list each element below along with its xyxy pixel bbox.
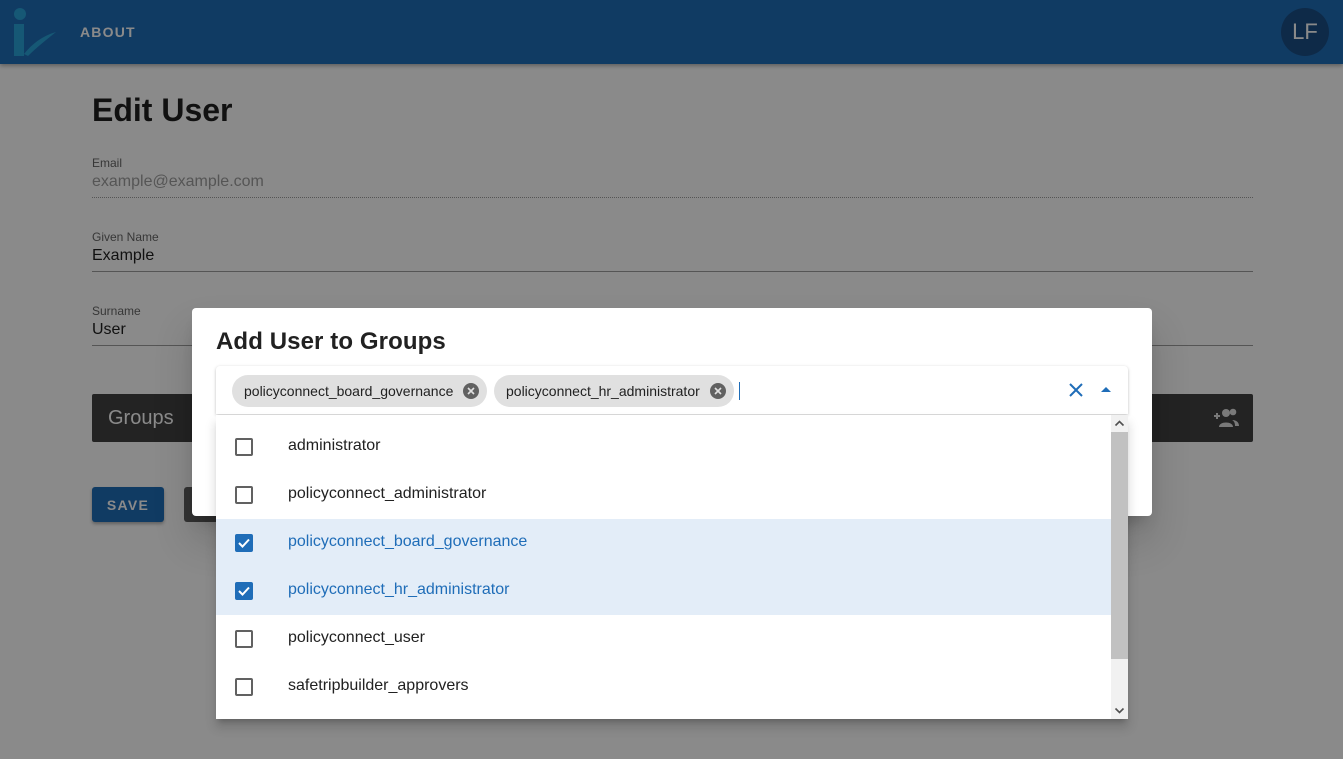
- groups-dropdown-menu: administrator policyconnect_administrato…: [216, 415, 1128, 719]
- caret-up-icon[interactable]: [1096, 380, 1116, 400]
- option-label: administrator: [288, 437, 381, 454]
- close-icon[interactable]: [1066, 380, 1086, 400]
- list-item[interactable]: policyconnect_user: [216, 615, 1111, 663]
- list-item[interactable]: policyconnect_board_governance: [216, 519, 1111, 567]
- checkbox-checked[interactable]: [235, 582, 253, 600]
- list-item[interactable]: administrator: [216, 423, 1111, 471]
- option-label: policyconnect_hr_administrator: [288, 581, 510, 598]
- chip-remove-icon[interactable]: [463, 383, 480, 399]
- scroll-down-arrow-icon[interactable]: [1111, 702, 1128, 719]
- chip-label: policyconnect_hr_administrator: [506, 383, 700, 399]
- list-item[interactable]: safetripbuilder_approvers: [216, 663, 1111, 711]
- groups-select-input[interactable]: policyconnect_board_governance policycon…: [216, 366, 1128, 414]
- option-label: safetripbuilder_approvers: [288, 677, 469, 694]
- checkbox[interactable]: [235, 438, 253, 456]
- checkbox[interactable]: [235, 630, 253, 648]
- chip-remove-icon[interactable]: [709, 383, 726, 399]
- option-label: policyconnect_user: [288, 629, 425, 646]
- scrollbar-thumb[interactable]: [1111, 432, 1128, 659]
- list-item[interactable]: policyconnect_hr_administrator: [216, 567, 1111, 615]
- list-item[interactable]: policyconnect_administrator: [216, 471, 1111, 519]
- group-chip[interactable]: policyconnect_hr_administrator: [494, 375, 734, 407]
- scroll-up-arrow-icon[interactable]: [1111, 415, 1128, 432]
- group-chip[interactable]: policyconnect_board_governance: [232, 375, 488, 407]
- checkbox-checked[interactable]: [235, 534, 253, 552]
- checkbox[interactable]: [235, 486, 253, 504]
- option-label: policyconnect_administrator: [288, 485, 487, 502]
- chip-label: policyconnect_board_governance: [244, 383, 454, 399]
- option-label: policyconnect_board_governance: [288, 533, 528, 550]
- checkbox[interactable]: [235, 678, 253, 696]
- text-caret: [739, 382, 740, 400]
- dialog-title: Add User to Groups: [216, 328, 446, 355]
- scrollbar[interactable]: [1111, 415, 1128, 719]
